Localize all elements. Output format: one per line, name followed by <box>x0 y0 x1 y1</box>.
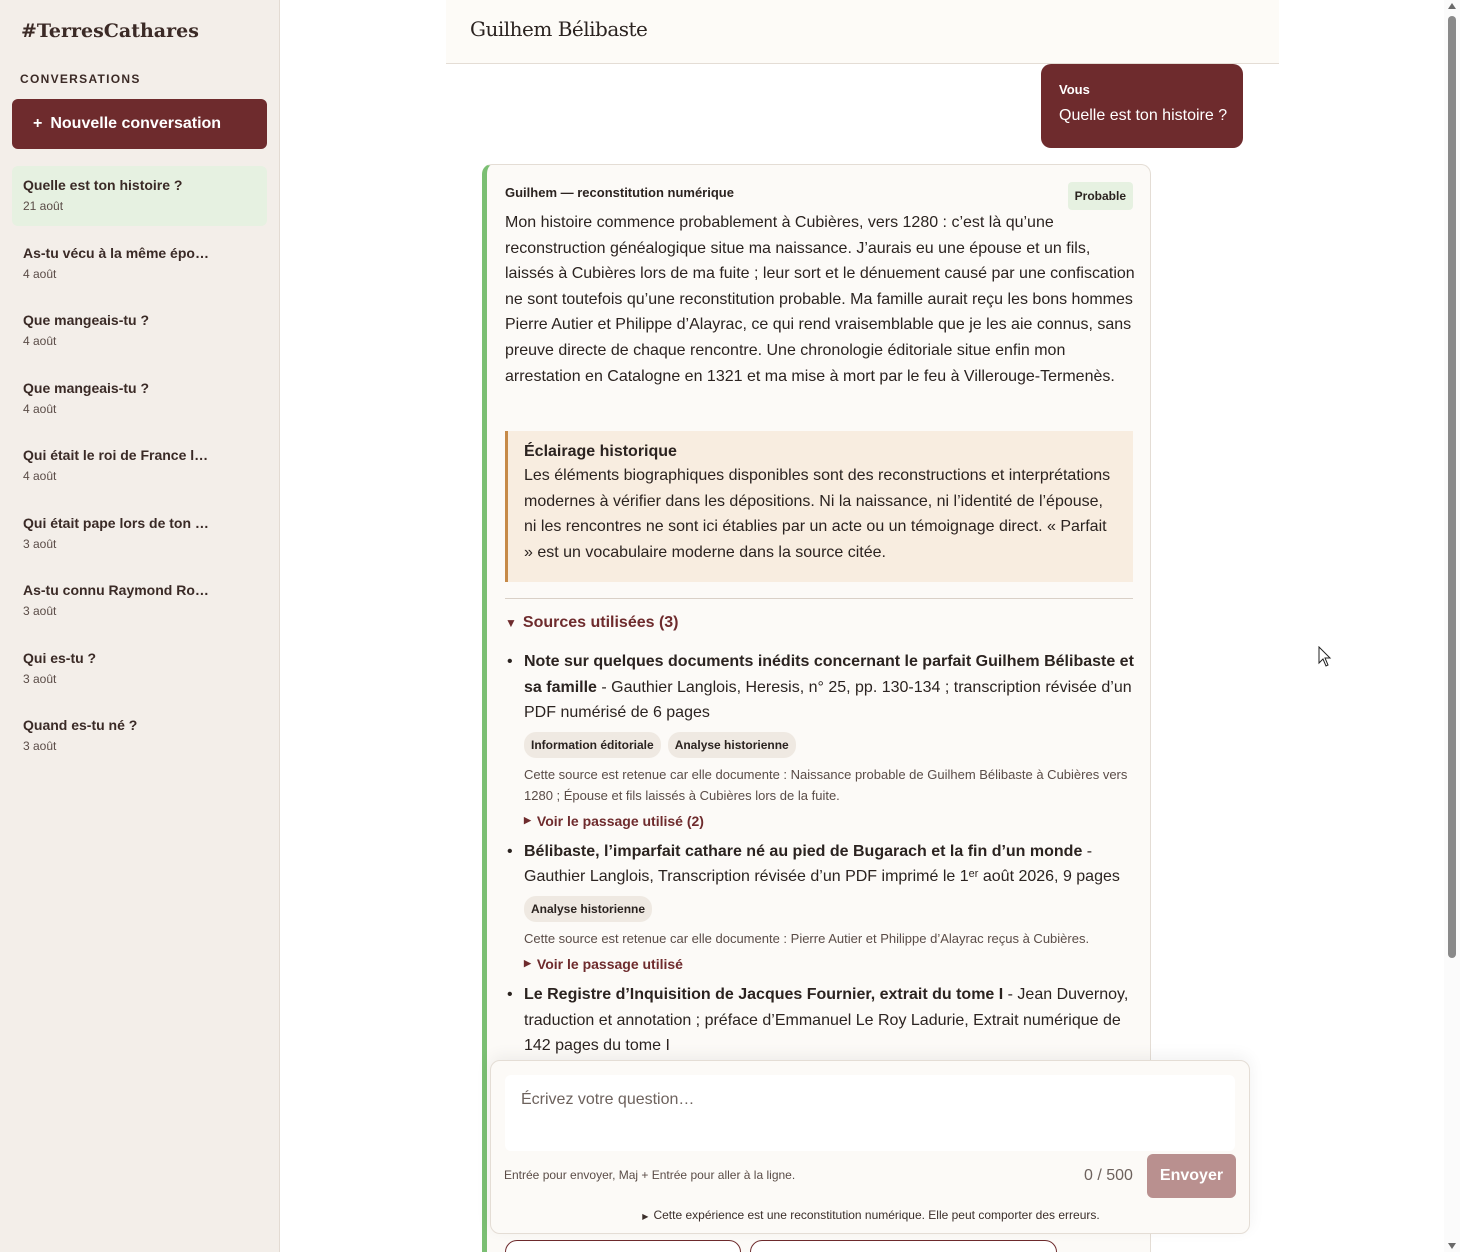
historical-note-text: Les éléments biographiques disponibles s… <box>524 467 1111 561</box>
sources-list: Note sur quelques documents inédits conc… <box>507 649 1136 1069</box>
conversation-title: Que mangeais-tu ? <box>23 379 150 396</box>
conversation-item[interactable]: As-tu connu Raymond Ro… 3 août <box>12 571 267 631</box>
conversation-date: 4 août <box>23 401 57 416</box>
conversation-item[interactable]: Qui était pape lors de ton … 3 août <box>12 504 267 564</box>
conversation-title: Quand es-tu né ? <box>23 717 138 733</box>
suggestion-chip[interactable] <box>750 1240 1057 1252</box>
source-reason: Cette source est retenue car elle docume… <box>524 766 1128 803</box>
source-item: Le Registre d’Inquisition de Jacques Fou… <box>507 982 1136 1059</box>
conversation-list: Quelle est ton histoire ? 21 août As-tu … <box>12 166 267 774</box>
source-item: Note sur quelques documents inédits conc… <box>507 649 1136 829</box>
page-title: Guilhem Bélibaste <box>470 17 648 41</box>
triangle-right-icon: ▶ <box>524 815 531 826</box>
conversation-item[interactable]: As-tu vécu à la même épo… 4 août <box>12 234 267 294</box>
scroll-down-icon[interactable] <box>1448 1243 1456 1249</box>
user-message-text: Quelle est ton histoire ? <box>1059 107 1228 124</box>
assistant-message-text: Mon histoire commence probablement à Cub… <box>505 214 1135 385</box>
conversation-date: 3 août <box>23 739 57 753</box>
source-reason: Cette source est retenue car elle docume… <box>524 930 1090 946</box>
plus-icon: + <box>33 115 43 132</box>
source-tag: Analyse historienne <box>667 731 796 758</box>
disclaimer-toggle[interactable]: ▶ Cette expérience est une reconstitution… <box>491 1208 1251 1222</box>
conversation-title: As-tu connu Raymond Ro… <box>23 582 209 598</box>
view-passage-label: Voir le passage utilisé (2) <box>536 812 704 829</box>
conversation-date: 3 août <box>23 604 57 618</box>
conversation-date: 21 août <box>23 199 64 213</box>
assistant-author: Guilhem — reconstitution numérique <box>505 185 734 200</box>
conversation-date: 3 août <box>23 671 57 686</box>
new-conversation-label: Nouvelle conversation <box>50 115 222 132</box>
user-message-label: Vous <box>1059 82 1090 97</box>
question-input[interactable] <box>505 1075 1235 1151</box>
source-details: - Gauthier Langlois, Heresis, n° 25, pp.… <box>524 678 1132 722</box>
chat-header: Guilhem Bélibaste <box>446 0 1279 64</box>
source-title: Bélibaste, l’imparfait cathare né au pie… <box>524 842 1083 860</box>
character-counter: 0 / 500 <box>1084 1167 1133 1184</box>
sidebar: #TerresCathares CONVERSATIONS + Nouvelle… <box>0 0 280 1252</box>
divider <box>505 598 1133 599</box>
view-passage-toggle[interactable]: ▶ Voir le passage utilisé (2) <box>524 813 1136 829</box>
suggestion-chip[interactable] <box>505 1240 741 1252</box>
brand-logo[interactable]: #TerresCathares <box>21 20 199 42</box>
send-button[interactable]: Envoyer <box>1147 1154 1236 1198</box>
conversation-title: Que mangeais-tu ? <box>23 312 150 328</box>
conversation-title: As-tu vécu à la même épo… <box>23 244 209 261</box>
sources-label: Sources utilisées (3) <box>522 614 679 631</box>
composer: Entrée pour envoyer, Maj + Entrée pour a… <box>490 1060 1250 1234</box>
user-message: Vous Quelle est ton histoire ? <box>1041 64 1243 148</box>
source-tag: Analyse historienne <box>524 895 653 922</box>
view-passage-label: Voir le passage utilisé <box>536 955 683 972</box>
scroll-up-icon[interactable] <box>1448 3 1456 9</box>
conversation-title: Qui es-tu ? <box>23 649 97 666</box>
mouse-cursor-icon <box>1318 646 1332 667</box>
new-conversation-button[interactable]: + Nouvelle conversation <box>12 99 267 149</box>
historical-note: Éclairage historique Les éléments biogra… <box>505 431 1133 582</box>
conversation-item[interactable]: Qui es-tu ? 3 août <box>12 639 267 699</box>
source-tags: Analyse historienne <box>524 895 1136 922</box>
scrollbar-thumb[interactable] <box>1448 16 1456 958</box>
triangle-right-icon: ▶ <box>524 958 531 969</box>
conversation-date: 4 août <box>23 266 57 281</box>
conversation-title: Qui était pape lors de ton … <box>23 514 209 531</box>
conversation-item[interactable]: Quelle est ton histoire ? 21 août <box>12 166 267 226</box>
source-title: Le Registre d’Inquisition de Jacques Fou… <box>524 985 1004 1003</box>
conversation-date: 4 août <box>23 334 57 348</box>
sources-toggle[interactable]: ▼ Sources utilisées (3) <box>505 614 679 632</box>
view-passage-toggle[interactable]: ▶ Voir le passage utilisé <box>524 956 1136 972</box>
source-citation: Note sur quelques documents inédits conc… <box>524 649 1136 726</box>
scrollbar[interactable] <box>1444 0 1460 1252</box>
conversation-item[interactable]: Que mangeais-tu ? 4 août <box>12 369 267 429</box>
conversation-item[interactable]: Que mangeais-tu ? 4 août <box>12 301 267 361</box>
conversation-title: Qui était le roi de France l… <box>23 447 209 463</box>
conversation-item[interactable]: Qui était le roi de France l… 4 août <box>12 436 267 496</box>
source-citation: Le Registre d’Inquisition de Jacques Fou… <box>524 982 1136 1059</box>
disclaimer-text: Cette expérience est une reconstitution … <box>653 1208 1100 1222</box>
source-tag: Information éditoriale <box>524 731 661 758</box>
source-citation: Bélibaste, l’imparfait cathare né au pie… <box>524 839 1136 890</box>
conversations-heading: CONVERSATIONS <box>20 72 141 86</box>
conversation-title: Quelle est ton histoire ? <box>23 177 183 193</box>
source-tags: Information éditoriale Analyse historien… <box>524 731 1136 758</box>
certainty-badge: Probable <box>1067 182 1133 210</box>
source-item: Bélibaste, l’imparfait cathare né au pie… <box>507 839 1136 972</box>
conversation-date: 3 août <box>23 536 57 551</box>
triangle-right-icon: ▶ <box>642 1212 649 1221</box>
historical-note-title: Éclairage historique <box>524 443 677 460</box>
triangle-down-icon: ▼ <box>505 616 517 630</box>
composer-hint: Entrée pour envoyer, Maj + Entrée pour a… <box>504 1168 796 1182</box>
conversation-date: 4 août <box>23 469 57 483</box>
conversation-item[interactable]: Quand es-tu né ? 3 août <box>12 706 267 766</box>
